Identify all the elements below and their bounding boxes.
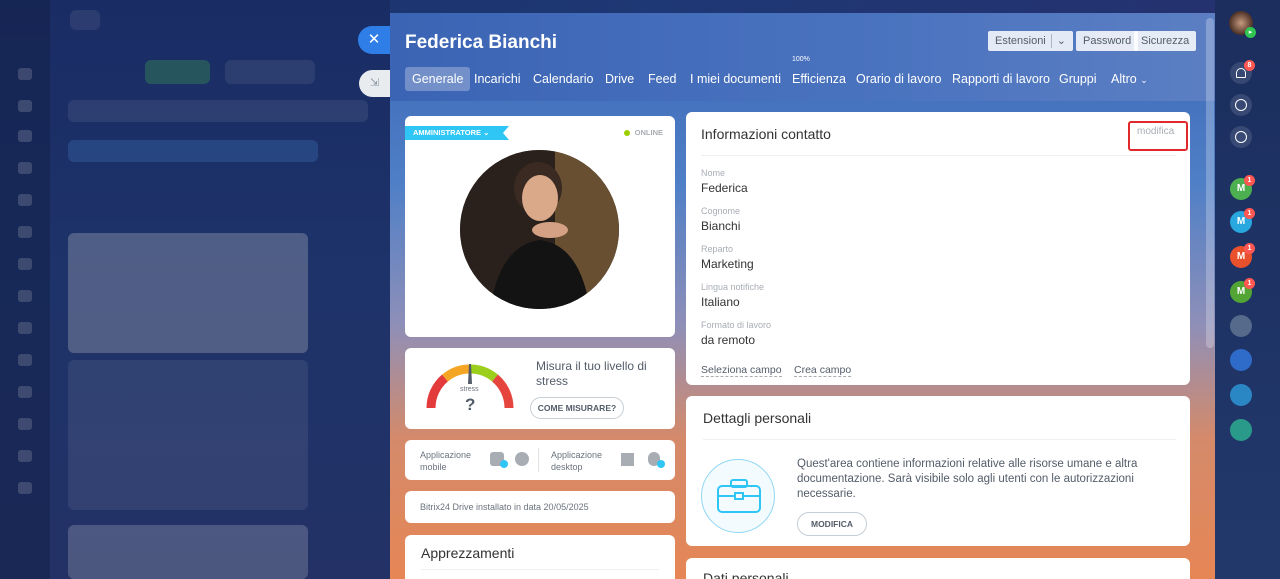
field-value: da remoto: [701, 333, 756, 347]
tab-groups[interactable]: Gruppi: [1052, 67, 1104, 91]
field-notification-language: Lingua notifiche Italiano: [701, 282, 764, 309]
chat-counter: 1: [1244, 208, 1255, 219]
tab-work-time[interactable]: Orario di lavoro: [849, 67, 948, 91]
fingerprint-icon[interactable]: [1230, 94, 1252, 116]
collapse-icon: ⇲: [369, 77, 380, 89]
field-work-format: Formato di lavoro da remoto: [701, 320, 771, 347]
field-value: Marketing: [701, 257, 754, 271]
personal-data-title: Dati personali: [703, 570, 789, 579]
field-label: Cognome: [701, 206, 741, 216]
notification-counter: 8: [1244, 60, 1255, 71]
tab-calendar[interactable]: Calendario: [526, 67, 600, 91]
message-icon[interactable]: [1230, 384, 1252, 406]
divider: [703, 439, 1176, 440]
profile-photo-card: AMMINISTRATORE ⌄ ONLINE: [405, 116, 675, 337]
field-label: Formato di lavoro: [701, 320, 772, 330]
tab-my-documents[interactable]: I miei documenti: [683, 67, 788, 91]
status-label: ONLINE: [634, 128, 663, 137]
personal-data-card: Dati personali: [686, 558, 1190, 579]
online-dot-icon: [623, 130, 630, 137]
contact-title: Informazioni contatto: [701, 126, 831, 142]
status-badge: ONLINE: [623, 128, 663, 137]
tab-more[interactable]: Altro ⌄: [1104, 67, 1155, 91]
list-icon[interactable]: [1230, 419, 1252, 441]
chat-counter: 1: [1244, 278, 1255, 289]
bookmark-icon[interactable]: [1230, 349, 1252, 371]
role-badge[interactable]: AMMINISTRATORE ⌄: [405, 126, 510, 140]
apps-card: Applicazione mobile Applicazione desktop: [405, 440, 675, 480]
divider: [701, 155, 1176, 156]
field-actions: Seleziona campo Crea campo: [701, 360, 852, 378]
tab-tasks[interactable]: Incarichi: [467, 67, 528, 91]
tab-efficiency-label: Efficienza: [792, 72, 846, 86]
drive-info-card: Bitrix24 Drive installato in data 20/05/…: [405, 491, 675, 523]
edit-contact-link[interactable]: modifica: [1137, 126, 1174, 137]
field-value: Italiano: [701, 295, 740, 309]
close-slider-button[interactable]: ✕: [358, 26, 390, 54]
group-chat-icon[interactable]: [1230, 315, 1252, 337]
stress-description: Misura il tuo livello di stress: [536, 359, 647, 388]
tab-drive[interactable]: Drive: [598, 67, 641, 91]
drive-installed-text: Bitrix24 Drive installato in data 20/05/…: [420, 502, 589, 512]
extensions-button[interactable]: Estensioni ⌄: [988, 31, 1073, 51]
search-chat-icon[interactable]: [1230, 126, 1252, 148]
chevron-down-icon: ⌄: [1056, 35, 1066, 47]
personal-details-title: Dettagli personali: [703, 410, 812, 426]
download-icon: [657, 460, 665, 468]
chat-counter: 1: [1244, 243, 1255, 254]
field-name: Nome Federica: [701, 168, 748, 195]
create-field-link[interactable]: Crea campo: [794, 364, 852, 377]
field-department: Reparto Marketing: [701, 244, 754, 271]
personal-details-description: Quest'area contiene informazioni relativ…: [797, 458, 1138, 500]
measure-stress-button[interactable]: COME MISURARE?: [530, 397, 624, 419]
password-button[interactable]: Password: [1076, 31, 1139, 51]
divider: [538, 448, 539, 472]
extensions-label: Estensioni: [995, 35, 1046, 47]
security-button[interactable]: Sicurezza: [1134, 31, 1197, 51]
tab-efficiency[interactable]: 100% Efficienza: [785, 56, 853, 91]
efficiency-percent: 100%: [792, 56, 810, 63]
field-value: Bianchi: [701, 219, 741, 233]
windows-icon[interactable]: [621, 453, 634, 466]
gauge-value: ?: [465, 395, 476, 414]
appreciations-title: Apprezzamenti: [421, 545, 515, 561]
divider: [421, 569, 659, 570]
field-surname: Cognome Bianchi: [701, 206, 740, 233]
desktop-app-label: Applicazione desktop: [551, 450, 603, 472]
avatar[interactable]: [460, 150, 619, 309]
role-badge-label: AMMINISTRATORE: [413, 128, 482, 137]
stress-card: stress ? Misura il tuo livello di stress…: [405, 348, 675, 429]
panel-header: Federica Bianchi Estensioni ⌄ Password Si…: [390, 13, 1215, 101]
appreciations-card: Apprezzamenti: [405, 535, 675, 579]
download-icon: [500, 460, 508, 468]
contact-info-card: Informazioni contatto modifica Nome Fede…: [686, 112, 1190, 385]
select-field-link[interactable]: Seleziona campo: [701, 364, 782, 377]
personal-details-card: Dettagli personali Quest'area contiene i…: [686, 396, 1190, 546]
field-value: Federica: [701, 181, 748, 195]
page-title: Federica Bianchi: [405, 32, 558, 53]
minimize-slider-button[interactable]: ⇲: [359, 70, 390, 97]
chevron-down-icon: ⌄: [483, 128, 490, 137]
appstore-icon[interactable]: [515, 452, 529, 466]
online-indicator-icon: ▸: [1245, 27, 1256, 38]
field-label: Reparto: [701, 244, 734, 254]
profile-slider-panel: Federica Bianchi Estensioni ⌄ Password Si…: [390, 13, 1215, 579]
briefcase-icon: [701, 459, 775, 533]
mobile-app-label: Applicazione mobile: [420, 450, 472, 472]
tab-feed[interactable]: Feed: [641, 67, 684, 91]
chat-counter: 1: [1244, 175, 1255, 186]
gauge-label: stress: [460, 386, 479, 393]
portrait-icon: [460, 150, 619, 309]
tab-more-label: Altro: [1111, 72, 1137, 86]
edit-personal-details-button[interactable]: MODIFICA: [797, 512, 867, 536]
tab-work-reports[interactable]: Rapporti di lavoro: [945, 67, 1057, 91]
field-label: Nome: [701, 168, 726, 178]
close-icon: ✕: [367, 31, 381, 48]
panel-scrollbar[interactable]: [1206, 18, 1214, 348]
tab-general[interactable]: Generale: [405, 67, 471, 91]
chevron-down-icon: ⌄: [1140, 75, 1148, 85]
field-label: Lingua notifiche: [701, 282, 765, 292]
